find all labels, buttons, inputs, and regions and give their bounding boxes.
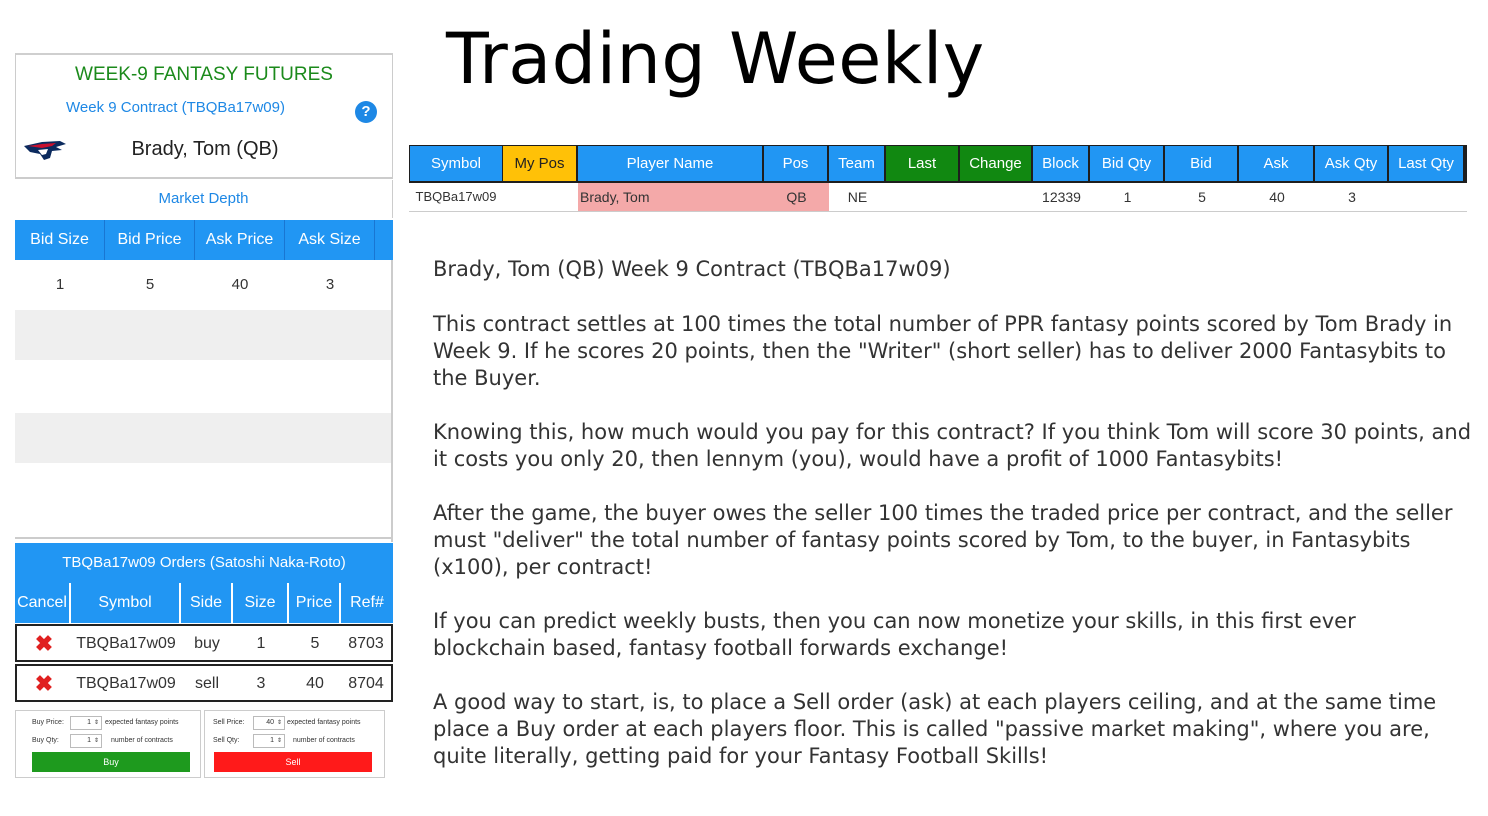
sell-price-label: Sell Price: [213, 719, 245, 726]
cancel-order-icon[interactable]: ✖ [17, 626, 71, 662]
order-size: 3 [256, 675, 266, 692]
pos-cell: QB [764, 183, 829, 211]
bid-price-cell: 5 [145, 276, 155, 293]
player-name: Brady, Tom (QB) [131, 138, 279, 160]
orders-header: Cancel Symbol Side Size Price Ref# [15, 583, 393, 623]
divider [15, 537, 393, 539]
column-header-bid-price[interactable]: Bid Price [105, 220, 195, 260]
column-header-team[interactable]: Team [829, 146, 884, 181]
column-header-ask-price[interactable]: Ask Price [195, 220, 285, 260]
market-depth-empty-row [15, 413, 393, 463]
sell-qty-label: Sell Qty: [213, 737, 240, 744]
market-depth-title: Market Depth [15, 180, 393, 218]
bid-qty-cell: 1 [1123, 189, 1132, 205]
sell-order-form: Sell Price: 40 ⇕ expected fantasy points … [204, 710, 385, 778]
column-header-last[interactable]: Last [886, 146, 958, 181]
bid-cell: 5 [1198, 189, 1206, 205]
column-header-symbol[interactable]: Symbol [69, 583, 179, 623]
column-header-price[interactable]: Price [287, 583, 339, 623]
column-header-ask[interactable]: Ask [1239, 146, 1313, 181]
buy-price-input[interactable]: 1 ⇕ [70, 716, 102, 730]
column-header-last-qty[interactable]: Last Qty [1389, 146, 1463, 181]
order-side: buy [194, 635, 220, 652]
market-table-row[interactable]: TBQBa17w09 Brady, Tom QB NE 12339 1 5 40… [409, 183, 1467, 212]
description-paragraph: A good way to start, is, to place a Sell… [433, 690, 1437, 768]
player-name-cell: Brady, Tom [578, 183, 764, 211]
my-pos-cell [503, 183, 578, 211]
order-symbol: TBQBa17w09 [76, 635, 176, 652]
panel-header: WEEK-9 FANTASY FUTURES [15, 53, 393, 93]
ask-cell: 40 [1269, 189, 1285, 205]
ask-size-cell: 3 [325, 276, 335, 293]
buy-price-hint: expected fantasy points [105, 719, 179, 726]
column-header-symbol[interactable]: Symbol [410, 146, 502, 181]
sell-qty-hint: number of contracts [293, 737, 355, 744]
buy-qty-label: Buy Qty: [32, 737, 59, 744]
orders-title: TBQBa17w09 Orders (Satoshi Naka-Roto) [15, 543, 393, 583]
order-ref: 8704 [348, 675, 384, 692]
symbol-cell: TBQBa17w09 [415, 189, 497, 204]
order-size: 1 [256, 635, 266, 652]
column-header-side[interactable]: Side [179, 583, 231, 623]
last-qty-cell [1389, 183, 1465, 211]
market-depth-header: Bid Size Bid Price Ask Price Ask Size [15, 220, 393, 260]
order-row[interactable]: ✖ TBQBa17w09 buy 1 5 8703 [15, 624, 393, 662]
order-side: sell [194, 675, 219, 692]
description-paragraph: This contract settles at 100 times the t… [433, 312, 1453, 390]
sell-price-hint: expected fantasy points [287, 719, 361, 726]
block-cell: 12339 [1042, 189, 1081, 205]
column-header-ask-qty[interactable]: Ask Qty [1315, 146, 1387, 181]
column-header-block[interactable]: Block [1033, 146, 1088, 181]
buy-qty-input[interactable]: 1 ⇕ [70, 734, 102, 748]
order-row[interactable]: ✖ TBQBa17w09 sell 3 40 8704 [15, 664, 393, 702]
buy-button[interactable]: Buy [32, 752, 190, 772]
sell-button[interactable]: Sell [214, 752, 372, 772]
column-header-my-pos[interactable]: My Pos [503, 146, 576, 181]
cancel-order-icon[interactable]: ✖ [17, 666, 71, 702]
market-depth-empty-row [15, 360, 393, 410]
description-paragraph: Knowing this, how much would you pay for… [433, 420, 1472, 471]
sell-price-input[interactable]: 40 ⇕ [253, 716, 285, 730]
column-header-bid[interactable]: Bid [1165, 146, 1237, 181]
page-title: Trading Weekly [446, 18, 985, 100]
column-header-pos[interactable]: Pos [764, 146, 827, 181]
bid-size-cell: 1 [55, 276, 65, 293]
description-paragraph: After the game, the buyer owes the selle… [433, 501, 1453, 579]
divider [391, 260, 393, 542]
buy-price-label: Buy Price: [32, 719, 64, 726]
ask-qty-cell: 3 [1348, 189, 1356, 205]
sell-qty-input[interactable]: 1 ⇕ [253, 734, 285, 748]
ask-price-cell: 40 [231, 276, 249, 293]
last-cell [886, 183, 960, 211]
contract-label: Week 9 Contract (TBQBa17w09) [66, 99, 285, 116]
description-heading: Brady, Tom (QB) Week 9 Contract (TBQBa17… [433, 257, 951, 281]
market-table: Symbol My Pos Player Name Pos Team Last … [409, 145, 1467, 212]
column-header-player-name[interactable]: Player Name [578, 146, 762, 181]
column-header-change[interactable]: Change [960, 146, 1031, 181]
buy-order-form: Buy Price: 1 ⇕ expected fantasy points Bu… [15, 710, 201, 778]
column-header-ask-size[interactable]: Ask Size [285, 220, 375, 260]
help-icon[interactable]: ? [355, 101, 377, 123]
order-price: 5 [310, 635, 320, 652]
column-header-size[interactable]: Size [231, 583, 287, 623]
column-header-bid-size[interactable]: Bid Size [15, 220, 105, 260]
change-cell [960, 183, 1033, 211]
market-depth-empty-row [15, 310, 393, 360]
column-header-cancel[interactable]: Cancel [15, 583, 69, 623]
player-row: Brady, Tom (QB) [15, 123, 393, 179]
buy-qty-hint: number of contracts [111, 737, 173, 744]
team-cell: NE [847, 189, 868, 205]
description-paragraph: If you can predict weekly busts, then yo… [433, 609, 1356, 660]
contract-row: Week 9 Contract (TBQBa17w09) [15, 93, 393, 123]
market-depth-row[interactable]: 1 5 40 3 [15, 260, 393, 310]
column-header-ref[interactable]: Ref# [339, 583, 393, 623]
order-price: 40 [306, 675, 324, 692]
column-header-bid-qty[interactable]: Bid Qty [1090, 146, 1163, 181]
market-table-header: Symbol My Pos Player Name Pos Team Last … [409, 145, 1467, 183]
contract-panel: WEEK-9 FANTASY FUTURES Week 9 Contract (… [15, 53, 393, 780]
contract-description: Brady, Tom (QB) Week 9 Contract (TBQBa17… [433, 256, 1473, 797]
order-ref: 8703 [348, 635, 384, 652]
order-symbol: TBQBa17w09 [76, 675, 176, 692]
